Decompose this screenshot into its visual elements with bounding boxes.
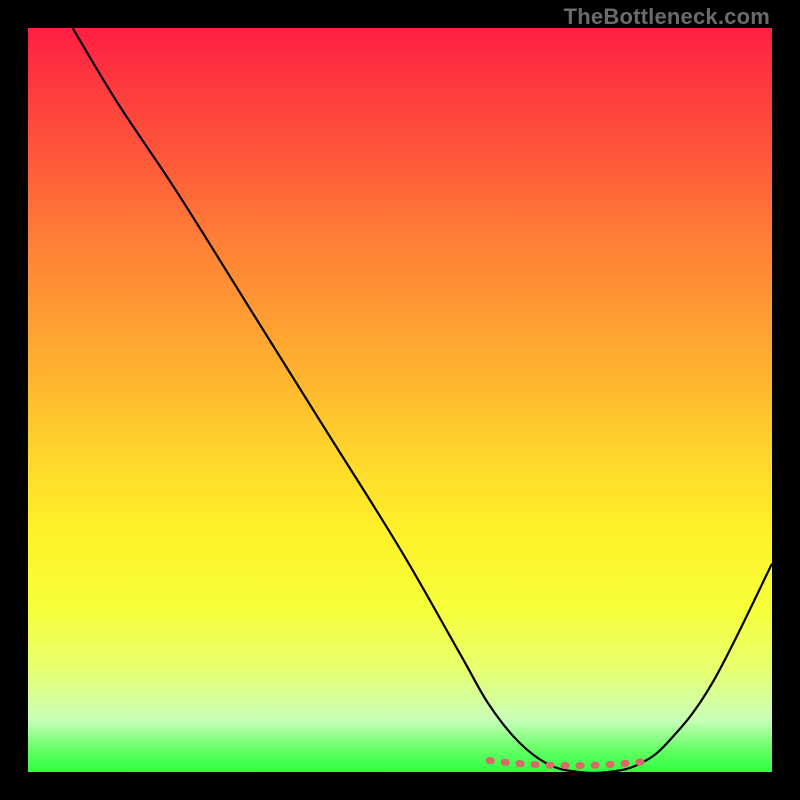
valley-dots [489, 761, 653, 766]
watermark-text: TheBottleneck.com [564, 4, 770, 30]
bottleneck-curve-line [73, 28, 772, 773]
chart-svg [28, 28, 772, 772]
plot-area [28, 28, 772, 772]
